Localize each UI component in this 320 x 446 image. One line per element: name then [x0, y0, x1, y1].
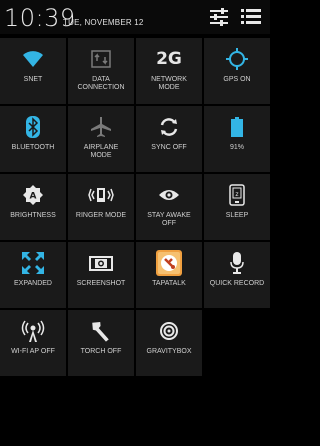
sleep-icon: z: [229, 184, 245, 206]
clock-date: TUE, NOVEMBER 12: [63, 18, 144, 27]
tile-label: TAPATALK: [152, 280, 186, 287]
tile-label: 91%: [229, 144, 244, 151]
tile-label: SCREENSHOT: [76, 280, 126, 287]
gps-icon: [226, 48, 248, 70]
sync-icon: [160, 118, 178, 136]
tile-label: STAY AWAKE OFF: [147, 212, 191, 227]
tile-data-connection[interactable]: DATA CONNECTION: [68, 38, 134, 104]
list-icon: [241, 9, 261, 24]
tile-stay-awake[interactable]: STAY AWAKE OFF: [136, 174, 202, 240]
tile-ringer-mode[interactable]: RINGER MODE: [68, 174, 134, 240]
tile-tapatalk[interactable]: TAPATALK: [136, 242, 202, 308]
tile-label: DATA CONNECTION: [77, 76, 125, 91]
wifi-icon: [23, 51, 43, 67]
tile-airplane-mode[interactable]: AIRPLANE MODE: [68, 106, 134, 172]
notifications-list-button[interactable]: [238, 4, 264, 30]
data-connection-icon: [91, 50, 111, 68]
tile-wifi-ap[interactable]: WI-FI AP OFF: [0, 310, 66, 376]
tile-gravitybox[interactable]: GRAVITYBOX: [136, 310, 202, 376]
tile-sleep[interactable]: z SLEEP: [204, 174, 270, 240]
microphone-icon: [230, 252, 244, 274]
tile-label: AIRPLANE MODE: [83, 144, 119, 159]
tapatalk-icon: [156, 250, 182, 276]
tile-expanded[interactable]: EXPANDED: [0, 242, 66, 308]
expand-icon: [22, 252, 44, 274]
notification-header: 10:39 TUE, NOVEMBER 12: [0, 0, 270, 34]
svg-text:z: z: [235, 191, 238, 198]
tile-label: NETWORK MODE: [151, 76, 187, 91]
quick-settings-toggle-button[interactable]: [206, 4, 232, 30]
wifi-ap-icon: [21, 320, 45, 342]
torch-icon: [92, 322, 109, 342]
tile-label: EXPANDED: [14, 280, 52, 287]
tile-label: GRAVITYBOX: [146, 348, 192, 355]
tile-label: GPS ON: [223, 76, 251, 83]
tile-network-mode[interactable]: 2G NETWORK MODE: [136, 38, 202, 104]
tile-label: SNET: [23, 76, 43, 83]
tile-label: TORCH OFF: [80, 348, 122, 355]
tile-screenshot[interactable]: SCREENSHOT: [68, 242, 134, 308]
network-mode-icon: 2G: [156, 49, 182, 69]
tile-label: BRIGHTNESS: [10, 212, 56, 219]
tile-brightness[interactable]: A BRIGHTNESS: [0, 174, 66, 240]
brightness-icon: A: [23, 185, 43, 205]
tile-label: SYNC OFF: [151, 144, 187, 151]
tile-torch[interactable]: TORCH OFF: [68, 310, 134, 376]
tile-label: QUICK RECORD: [209, 280, 265, 287]
tile-label: BLUETOOTH: [11, 144, 55, 151]
ringer-icon: [88, 188, 114, 202]
tile-label: SLEEP: [225, 212, 249, 219]
svg-text:A: A: [30, 192, 37, 202]
sliders-icon: [210, 8, 228, 26]
tile-label: WI-FI AP OFF: [11, 348, 55, 355]
tile-sync[interactable]: SYNC OFF: [136, 106, 202, 172]
tile-quick-record[interactable]: QUICK RECORD: [204, 242, 270, 308]
quick-settings-grid: SNET DATA CONNECTION 2G NETWORK MODE GPS…: [0, 38, 270, 376]
gravitybox-icon: [160, 322, 178, 340]
tile-wifi[interactable]: SNET: [0, 38, 66, 104]
battery-icon: [231, 117, 243, 137]
airplane-icon: [91, 117, 111, 137]
tile-bluetooth[interactable]: BLUETOOTH: [0, 106, 66, 172]
camera-icon: [89, 256, 113, 271]
tile-battery[interactable]: 91%: [204, 106, 270, 172]
tile-label: RINGER MODE: [75, 212, 127, 219]
eye-icon: [159, 190, 179, 200]
tile-gps[interactable]: GPS ON: [204, 38, 270, 104]
bluetooth-icon: [26, 116, 40, 138]
